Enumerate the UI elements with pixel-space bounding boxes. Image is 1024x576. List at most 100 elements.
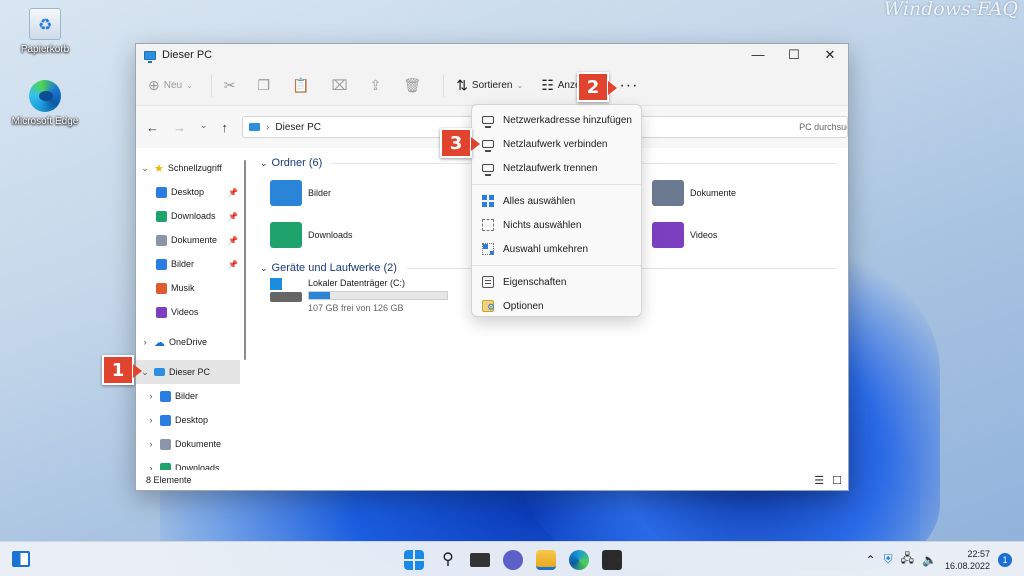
start-icon[interactable] [404, 550, 424, 570]
sidebar-item-musik[interactable]: Musik [136, 276, 240, 300]
menu-item-1[interactable]: Netzwerkadresse hinzufügen [472, 108, 641, 132]
delete-button[interactable]: 🗑 [403, 77, 425, 94]
maximize-button[interactable]: ☐ [776, 47, 812, 63]
toolbar-separator [443, 74, 445, 97]
downloads-folder-icon [156, 210, 167, 222]
sidebar-item-downloads[interactable]: Downloads 📌 [136, 204, 240, 228]
chevron-up-icon[interactable]: ⌃ [866, 553, 876, 567]
sidebar-scrollbar[interactable] [244, 160, 246, 360]
sidebar-item-label: Dokumente [175, 439, 222, 449]
share-icon: ⇪ [369, 77, 382, 93]
menu-item-label: Netzlaufwerk trennen [503, 162, 598, 174]
invert-selection-icon [482, 243, 494, 255]
menu-item-4[interactable]: Alles auswählen [472, 189, 641, 213]
address-path: Dieser PC [275, 121, 321, 133]
search-input[interactable]: PC durchsuchen [632, 116, 848, 138]
sidebar-item-dokumente[interactable]: Dokumente 📌 [136, 228, 240, 252]
dokumente-folder-icon [652, 180, 684, 206]
sidebar-item-pc-bilder[interactable]: › Bilder [136, 384, 240, 408]
taskbar: ⚲ ⌃ ⛨ 🖧 🔈 22:57 16.08.2022 1 [0, 541, 1024, 576]
volume-icon[interactable]: 🔈 [922, 553, 937, 567]
rename-button[interactable]: ⌧ [332, 77, 352, 94]
menu-item-2[interactable]: Netzlaufwerk verbinden [472, 132, 641, 156]
sidebar-item-label: Bilder [171, 259, 195, 269]
rename-icon: ⌧ [331, 77, 348, 93]
desktop-icon-edge[interactable]: Microsoft Edge [10, 80, 80, 127]
network-location-icon [482, 116, 494, 128]
menu-item-label: Nichts auswählen [503, 219, 582, 231]
sidebar-item-label: Dokumente [171, 235, 218, 245]
forward-arrow-icon[interactable]: → [173, 120, 186, 135]
menu-separator [472, 184, 641, 185]
folder-label: Videos [690, 230, 718, 240]
sidebar-item-label: Dieser PC [169, 367, 211, 377]
sidebar-item-desktop[interactable]: Desktop 📌 [136, 180, 240, 204]
sidebar-item-pc-dokumente[interactable]: › Dokumente [136, 432, 240, 456]
edge-taskbar-icon[interactable] [569, 550, 589, 570]
search-icon[interactable]: ⚲ [438, 550, 458, 570]
sidebar-item-bilder[interactable]: Bilder 📌 [136, 252, 240, 276]
network-icon[interactable]: 🖧 [901, 549, 914, 570]
sidebar-item-label: Videos [171, 307, 199, 317]
chevron-right-icon: › [149, 391, 153, 401]
new-button[interactable]: ⊕ Neu ⌄ [148, 77, 193, 94]
minimize-button[interactable]: — [740, 47, 776, 63]
chevron-right-icon: › [149, 463, 153, 470]
title-bar[interactable]: Dieser PC — ☐ ✕ [136, 44, 848, 66]
share-button[interactable]: ⇪ [370, 77, 386, 94]
details-view-button[interactable]: ☰ [814, 474, 824, 487]
more-options-button[interactable]: ··· [619, 77, 638, 95]
status-bar: 8 Elemente ☰ ☐ [136, 470, 848, 490]
sort-button[interactable]: ⇅ Sortieren ⌄ [456, 77, 523, 94]
copy-button[interactable]: ❐ [258, 77, 275, 94]
clock-date: 16.08.2022 [944, 560, 990, 571]
drive-tile-c[interactable]: Lokaler Datenträger (C:) 107 GB frei von… [270, 278, 448, 313]
desktop-icon-recycle-bin[interactable]: Papierkorb [10, 8, 80, 55]
cut-button[interactable]: ✂ [224, 77, 240, 94]
shield-icon[interactable]: ⛨ [884, 552, 893, 567]
sidebar-item-quick-access[interactable]: ⌄ ★ Schnellzugriff [136, 156, 240, 180]
sidebar-item-pc-desktop[interactable]: › Desktop [136, 408, 240, 432]
recent-chevron-icon[interactable]: ⌄ [200, 120, 208, 135]
sidebar-item-this-pc[interactable]: ⌄ Dieser PC [136, 360, 240, 384]
folder-tile-downloads[interactable]: Downloads [270, 222, 353, 248]
chevron-right-icon: › [149, 439, 153, 449]
item-count: 8 Elemente [146, 475, 192, 485]
widgets-icon[interactable] [12, 551, 30, 567]
menu-item-7[interactable]: Eigenschaften [472, 270, 641, 294]
folder-tile-videos[interactable]: Videos [652, 222, 717, 248]
chat-icon[interactable] [503, 550, 523, 570]
scissors-icon: ✂ [223, 77, 236, 93]
drive-icon [270, 278, 302, 304]
new-label: Neu [163, 80, 183, 91]
menu-item-8[interactable]: Optionen [472, 294, 641, 318]
back-arrow-icon[interactable]: ← [146, 120, 159, 135]
toolbar-separator [210, 74, 212, 97]
menu-item-label: Optionen [503, 300, 544, 312]
close-button[interactable]: ✕ [812, 47, 848, 63]
paste-icon: 📋 [292, 77, 310, 93]
plus-circle-icon: ⊕ [148, 77, 160, 93]
up-arrow-icon[interactable]: ↑ [222, 120, 229, 135]
paste-button[interactable]: 📋 [292, 77, 313, 94]
edge-label: Microsoft Edge [11, 116, 79, 127]
sidebar-item-pc-downloads[interactable]: › Downloads [136, 456, 240, 470]
tiles-view-button[interactable]: ☐ [832, 474, 842, 487]
sidebar-item-label: Downloads [171, 211, 216, 221]
chevron-right-icon: › [266, 121, 270, 133]
clock[interactable]: 22:57 16.08.2022 [945, 548, 990, 572]
pin-icon: 📌 [228, 187, 238, 197]
videos-folder-icon [652, 222, 684, 248]
menu-item-5[interactable]: Nichts auswählen [472, 213, 641, 237]
menu-item-3[interactable]: Netzlaufwerk trennen [472, 156, 641, 180]
menu-item-6[interactable]: Auswahl umkehren [472, 237, 641, 261]
notification-badge[interactable]: 1 [998, 552, 1012, 567]
sidebar-item-onedrive[interactable]: › ☁ OneDrive [136, 330, 240, 354]
select-all-icon [482, 195, 494, 207]
task-view-icon[interactable] [470, 553, 490, 567]
folder-tile-bilder[interactable]: Bilder [270, 180, 331, 206]
file-explorer-icon[interactable] [536, 550, 556, 570]
store-icon[interactable] [602, 550, 622, 570]
sidebar-item-videos[interactable]: Videos [136, 300, 240, 324]
folder-tile-dokumente[interactable]: Dokumente [652, 180, 736, 206]
